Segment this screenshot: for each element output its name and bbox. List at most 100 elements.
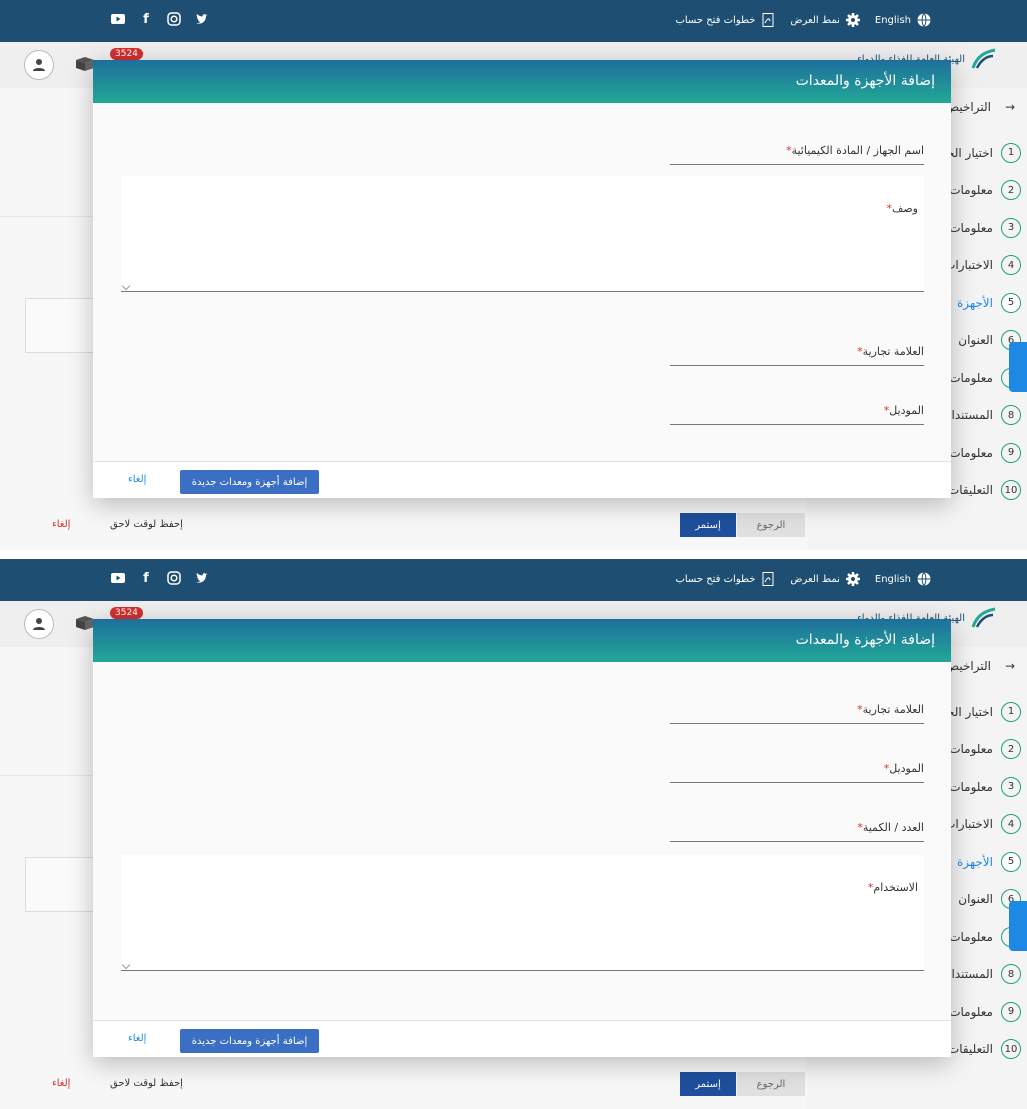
model-label: الموديل* — [883, 762, 924, 775]
trademark-label: العلامة تجارية* — [857, 703, 924, 716]
step-label: معلومات — [949, 445, 993, 460]
step-number: 9 — [1001, 442, 1021, 463]
top-bar: f English نمط العرض خطوات فتح حساب — [0, 0, 1027, 42]
add-equipment-button[interactable]: إضافة أجهزة ومعدات جديدة — [180, 1029, 319, 1053]
display-mode-link[interactable]: نمط العرض — [790, 571, 861, 587]
twitter-icon[interactable] — [194, 11, 210, 27]
step-label: معلومات — [949, 779, 993, 794]
step-label: معلومات — [949, 220, 993, 235]
step-label: الاختبارات — [944, 817, 993, 832]
quantity-label: العدد / الكمية* — [857, 821, 924, 834]
globe-icon — [916, 571, 932, 587]
screenshot-separator — [0, 550, 1027, 559]
step-number: 10 — [1001, 480, 1021, 501]
account-steps-link[interactable]: خطوات فتح حساب — [675, 12, 776, 28]
step-number: 1 — [1001, 701, 1021, 722]
resize-grip-icon[interactable] — [121, 281, 131, 291]
step-label: العنوان — [958, 892, 993, 907]
device-name-label: اسم الجهاز / المادة الكيميائية* — [786, 144, 924, 157]
display-mode-link[interactable]: نمط العرض — [790, 12, 861, 28]
screenshot-1: f English نمط العرض خطوات فتح حساب 3524 … — [0, 0, 1027, 550]
step-label: معلومات — [949, 742, 993, 757]
top-right-links: English نمط العرض خطوات فتح حساب — [675, 571, 932, 587]
trademark-field[interactable]: العلامة تجارية* — [670, 342, 924, 366]
description-label: وصف* — [886, 202, 918, 215]
gear-icon — [845, 571, 861, 587]
facebook-icon[interactable]: f — [138, 11, 154, 27]
arrow-right-icon[interactable]: → — [1005, 659, 1015, 673]
step-number: 10 — [1001, 1039, 1021, 1060]
cart-side-tab[interactable] — [1009, 342, 1027, 392]
modal-title: إضافة الأجهزة والمعدات — [795, 73, 935, 89]
usage-textarea[interactable]: الاستخدام* — [121, 855, 924, 971]
page-footer: إلغاء إحفظ لوقت لاحق إستمر الرجوع — [0, 1064, 807, 1104]
user-avatar[interactable] — [24, 609, 54, 639]
step-number: 9 — [1001, 1001, 1021, 1022]
instagram-icon[interactable] — [166, 570, 182, 586]
trademark-field[interactable]: العلامة تجارية* — [670, 700, 924, 724]
sfda-logo-icon — [971, 48, 996, 69]
youtube-icon[interactable] — [110, 570, 126, 586]
step-number: 3 — [1001, 776, 1021, 797]
cart-side-tab[interactable] — [1009, 901, 1027, 951]
model-field[interactable]: الموديل* — [670, 401, 924, 425]
social-links: f — [110, 11, 210, 27]
youtube-icon[interactable] — [110, 11, 126, 27]
facebook-icon[interactable]: f — [138, 570, 154, 586]
step-number: 5 — [1001, 292, 1021, 313]
trademark-label: العلامة تجارية* — [857, 345, 924, 358]
page-footer: إلغاء إحفظ لوقت لاحق إستمر الرجوع — [0, 505, 807, 545]
pdf-icon — [760, 12, 776, 28]
twitter-icon[interactable] — [194, 570, 210, 586]
back-label: التراخيص — [944, 100, 991, 114]
add-equipment-modal: إضافة الأجهزة والمعدات العلامة تجارية* ا… — [93, 619, 951, 1057]
display-mode-label: نمط العرض — [790, 573, 840, 585]
continue-button[interactable]: إستمر — [680, 513, 736, 537]
top-right-links: English نمط العرض خطوات فتح حساب — [675, 12, 932, 28]
modal-cancel-button[interactable]: إلغاء — [128, 474, 146, 485]
step-label: الأجهزة — [956, 295, 993, 310]
step-label: العنوان — [958, 333, 993, 348]
arrow-right-icon[interactable]: → — [1005, 100, 1015, 114]
back-button[interactable]: الرجوع — [737, 1072, 805, 1096]
step-number: 1 — [1001, 142, 1021, 163]
back-button[interactable]: الرجوع — [737, 513, 805, 537]
language-switch[interactable]: English — [875, 12, 932, 28]
account-steps-link[interactable]: خطوات فتح حساب — [675, 571, 776, 587]
step-number: 8 — [1001, 964, 1021, 985]
description-textarea[interactable]: وصف* — [121, 176, 924, 292]
model-field[interactable]: الموديل* — [670, 759, 924, 783]
step-number: 2 — [1001, 739, 1021, 760]
step-label: الاختبارات — [944, 258, 993, 273]
instagram-icon[interactable] — [166, 11, 182, 27]
save-later-link[interactable]: إحفظ لوقت لاحق — [110, 519, 183, 530]
resize-grip-icon[interactable] — [121, 960, 131, 970]
continue-button[interactable]: إستمر — [680, 1072, 736, 1096]
page-cancel-link[interactable]: إلغاء — [52, 1078, 70, 1089]
language-switch[interactable]: English — [875, 571, 932, 587]
language-label: English — [874, 573, 911, 585]
account-steps-label: خطوات فتح حساب — [675, 14, 756, 26]
modal-title: إضافة الأجهزة والمعدات — [795, 632, 935, 648]
step-number: 5 — [1001, 851, 1021, 872]
modal-footer: إلغاء إضافة أجهزة ومعدات جديدة — [93, 461, 951, 498]
quantity-field[interactable]: العدد / الكمية* — [670, 818, 924, 842]
modal-header: إضافة الأجهزة والمعدات — [93, 60, 951, 103]
page-cancel-link[interactable]: إلغاء — [52, 519, 70, 530]
modal-cancel-button[interactable]: إلغاء — [128, 1033, 146, 1044]
user-icon — [33, 59, 45, 71]
add-equipment-button[interactable]: إضافة أجهزة ومعدات جديدة — [180, 470, 319, 494]
step-label: معلومات — [949, 370, 993, 385]
user-avatar[interactable] — [24, 50, 54, 80]
notification-badge: 3524 — [110, 48, 143, 60]
device-name-field[interactable]: اسم الجهاز / المادة الكيميائية* — [670, 141, 924, 165]
save-later-link[interactable]: إحفظ لوقت لاحق — [110, 1078, 183, 1089]
step-label: الأجهزة — [956, 854, 993, 869]
modal-footer: إلغاء إضافة أجهزة ومعدات جديدة — [93, 1020, 951, 1057]
back-label: التراخيص — [944, 659, 991, 673]
step-label: معلومات — [949, 929, 993, 944]
account-steps-label: خطوات فتح حساب — [675, 573, 756, 585]
notification-badge: 3524 — [110, 607, 143, 619]
step-number: 4 — [1001, 255, 1021, 276]
gear-icon — [845, 12, 861, 28]
